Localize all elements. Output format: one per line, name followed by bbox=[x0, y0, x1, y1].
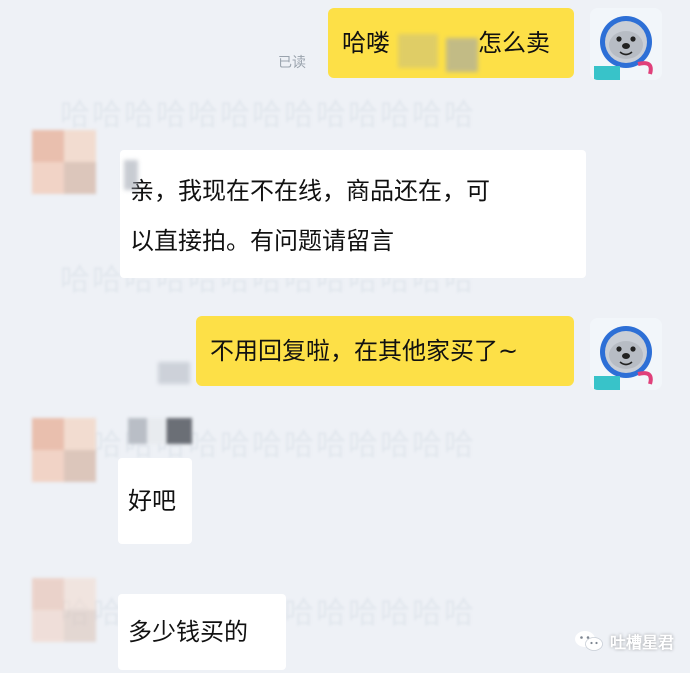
watermark-text: 吐槽星君 bbox=[609, 633, 674, 652]
wechat-icon bbox=[574, 631, 603, 651]
message-bubble-incoming[interactable]: 亲，我现在不在线，商品还在，可 以直接拍。有问题请留言 bbox=[120, 150, 586, 278]
redacted-text bbox=[446, 38, 478, 72]
redacted-text bbox=[124, 160, 138, 190]
message-text: 不用回复啦，在其他家买了~ bbox=[210, 337, 519, 365]
seal-astronaut-icon bbox=[590, 8, 662, 80]
read-status: 已读 bbox=[278, 55, 306, 71]
message-text: 以直接拍。有问题请留言 bbox=[130, 227, 394, 255]
avatar-other[interactable] bbox=[32, 418, 96, 482]
message-text: 多少钱买的 bbox=[128, 618, 248, 646]
message-bubble-outgoing[interactable]: 不用回复啦，在其他家买了~ bbox=[196, 316, 574, 386]
ghost-text: 哈哈哈哈哈哈哈哈哈哈哈哈哈 bbox=[60, 98, 476, 133]
message-bubble-outgoing[interactable]: 哈喽 怎么卖 bbox=[328, 8, 574, 78]
watermark: 吐槽星君 bbox=[574, 629, 674, 653]
message-bubble-incoming[interactable]: 多少钱买的 bbox=[118, 594, 286, 670]
seal-astronaut-icon bbox=[590, 318, 662, 390]
avatar-self[interactable] bbox=[590, 318, 662, 390]
message-text: 怎么卖 bbox=[478, 29, 550, 57]
read-status-blurred bbox=[158, 362, 190, 384]
avatar-self[interactable] bbox=[590, 8, 662, 80]
message-text: 亲，我现在不在线，商品还在，可 bbox=[130, 177, 490, 205]
message-bubble-incoming[interactable]: 好吧 bbox=[118, 458, 192, 544]
message-text: 哈喽 bbox=[342, 29, 390, 57]
message-text: 好吧 bbox=[128, 487, 176, 515]
redacted-text bbox=[398, 34, 438, 68]
avatar-other[interactable] bbox=[32, 130, 96, 194]
chat-area: 哈哈哈哈哈哈哈哈哈哈哈哈哈 哈哈哈哈哈哈哈哈哈哈哈哈哈 哈哈哈哈哈哈哈哈哈哈哈哈… bbox=[0, 0, 690, 673]
sender-name-blurred bbox=[128, 418, 192, 444]
avatar-other[interactable] bbox=[32, 578, 96, 642]
